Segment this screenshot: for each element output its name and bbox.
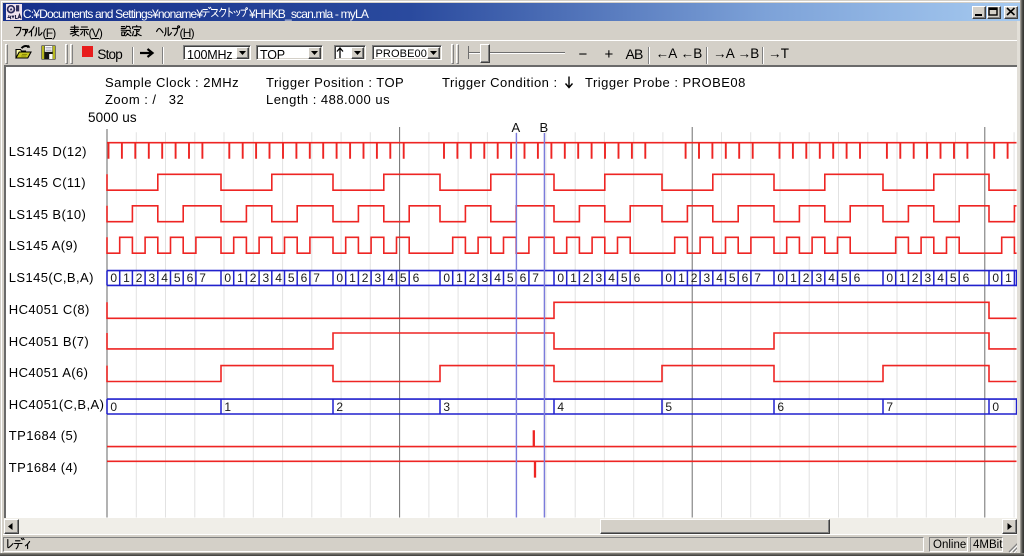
svg-text:5: 5 [665,400,672,414]
svg-text:4: 4 [828,271,835,285]
svg-text:0: 0 [110,271,117,285]
svg-text:5: 5 [841,271,848,285]
svg-text:4: 4 [937,271,944,285]
svg-text:5: 5 [288,271,295,285]
svg-text:4: 4 [387,271,394,285]
svg-text:0: 0 [777,271,784,285]
svg-text:3: 3 [443,400,450,414]
svg-text:1: 1 [790,271,797,285]
svg-text:4: 4 [494,271,501,285]
svg-text:7: 7 [886,400,893,414]
svg-text:2: 2 [336,400,343,414]
svg-text:6: 6 [634,271,641,285]
svg-text:3: 3 [482,271,489,285]
svg-text:2: 2 [136,271,143,285]
svg-text:2: 2 [583,271,590,285]
svg-text:3: 3 [596,271,603,285]
svg-text:6: 6 [963,271,970,285]
svg-text:5: 5 [950,271,957,285]
svg-text:1: 1 [678,271,685,285]
svg-text:1: 1 [456,271,463,285]
svg-text:6: 6 [742,271,749,285]
svg-text:1: 1 [570,271,577,285]
svg-text:7: 7 [532,271,539,285]
svg-text:5: 5 [507,271,514,285]
svg-text:2: 2 [469,271,476,285]
svg-text:5: 5 [729,271,736,285]
svg-text:6: 6 [777,400,784,414]
svg-text:0: 0 [665,271,672,285]
svg-text:2: 2 [912,271,919,285]
svg-text:4: 4 [557,400,564,414]
svg-text:3: 3 [149,271,156,285]
svg-text:5: 5 [400,271,407,285]
svg-text:2: 2 [250,271,257,285]
svg-text:6: 6 [413,271,420,285]
svg-text:1: 1 [349,271,356,285]
svg-text:5: 5 [174,271,181,285]
svg-text:5: 5 [621,271,628,285]
svg-text:0: 0 [557,271,564,285]
svg-text:6: 6 [187,271,194,285]
svg-text:3: 3 [816,271,823,285]
svg-text:0: 0 [443,271,450,285]
svg-text:1: 1 [224,400,231,414]
svg-text:3: 3 [263,271,270,285]
svg-text:3: 3 [925,271,932,285]
svg-text:3: 3 [375,271,382,285]
svg-text:7: 7 [754,271,761,285]
svg-text:0: 0 [336,271,343,285]
svg-text:0: 0 [224,271,231,285]
svg-text:A: A [512,120,521,135]
svg-text:2: 2 [691,271,698,285]
svg-text:4: 4 [716,271,723,285]
svg-text:0: 0 [992,400,999,414]
svg-text:1: 1 [1005,271,1012,285]
svg-text:4: 4 [608,271,615,285]
svg-text:7: 7 [313,271,320,285]
svg-text:B: B [540,120,549,135]
svg-text:1: 1 [899,271,906,285]
svg-text:4: 4 [275,271,282,285]
svg-text:2: 2 [803,271,810,285]
svg-text:3: 3 [704,271,711,285]
svg-text:0: 0 [110,400,117,414]
svg-text:0: 0 [992,271,999,285]
svg-text:0: 0 [886,271,893,285]
svg-text:1: 1 [123,271,130,285]
svg-text:7: 7 [199,271,206,285]
svg-text:6: 6 [854,271,861,285]
svg-text:4: 4 [161,271,168,285]
svg-text:2: 2 [362,271,369,285]
svg-text:6: 6 [301,271,308,285]
svg-text:1: 1 [237,271,244,285]
svg-text:6: 6 [520,271,527,285]
